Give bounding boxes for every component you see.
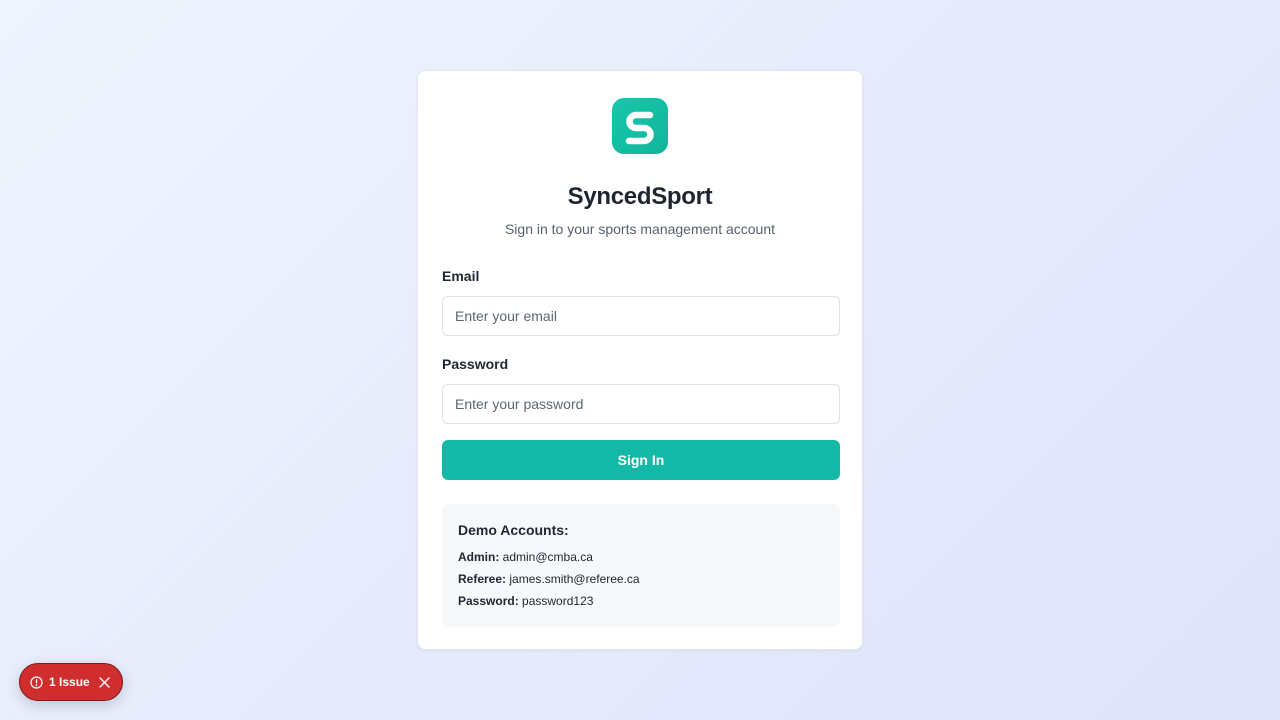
issues-badge-label: 1 Issue (49, 675, 90, 689)
demo-accounts-title: Demo Accounts: (458, 522, 569, 538)
email-label: Email (442, 268, 480, 284)
demo-account-password: Password: password123 (458, 594, 593, 608)
demo-account-role: Admin: (458, 550, 500, 564)
app-subtitle: Sign in to your sports management accoun… (504, 221, 776, 237)
demo-account-referee: Referee: james.smith@referee.ca (458, 572, 640, 586)
demo-account-value: admin@cmba.ca (502, 550, 593, 564)
alert-circle-icon (30, 675, 43, 689)
password-label: Password (442, 356, 509, 372)
close-icon[interactable] (99, 676, 110, 688)
app-title: SyncedSport (567, 183, 713, 210)
syncedsport-logo (612, 98, 668, 154)
s-logo-icon (625, 111, 654, 145)
demo-accounts-panel: Demo Accounts: Admin: admin@cmba.ca Refe… (442, 504, 840, 627)
demo-account-role: Password: (458, 594, 519, 608)
email-input[interactable] (442, 296, 840, 336)
demo-account-role: Referee: (458, 572, 507, 586)
demo-account-admin: Admin: admin@cmba.ca (458, 550, 593, 564)
login-card: SyncedSport Sign in to your sports manag… (417, 70, 863, 650)
issues-badge[interactable]: 1 Issue (19, 663, 123, 701)
demo-account-value: james.smith@referee.ca (509, 572, 640, 586)
password-input[interactable] (442, 384, 840, 424)
sign-in-button[interactable]: Sign In (442, 440, 840, 480)
demo-account-value: password123 (522, 594, 594, 608)
